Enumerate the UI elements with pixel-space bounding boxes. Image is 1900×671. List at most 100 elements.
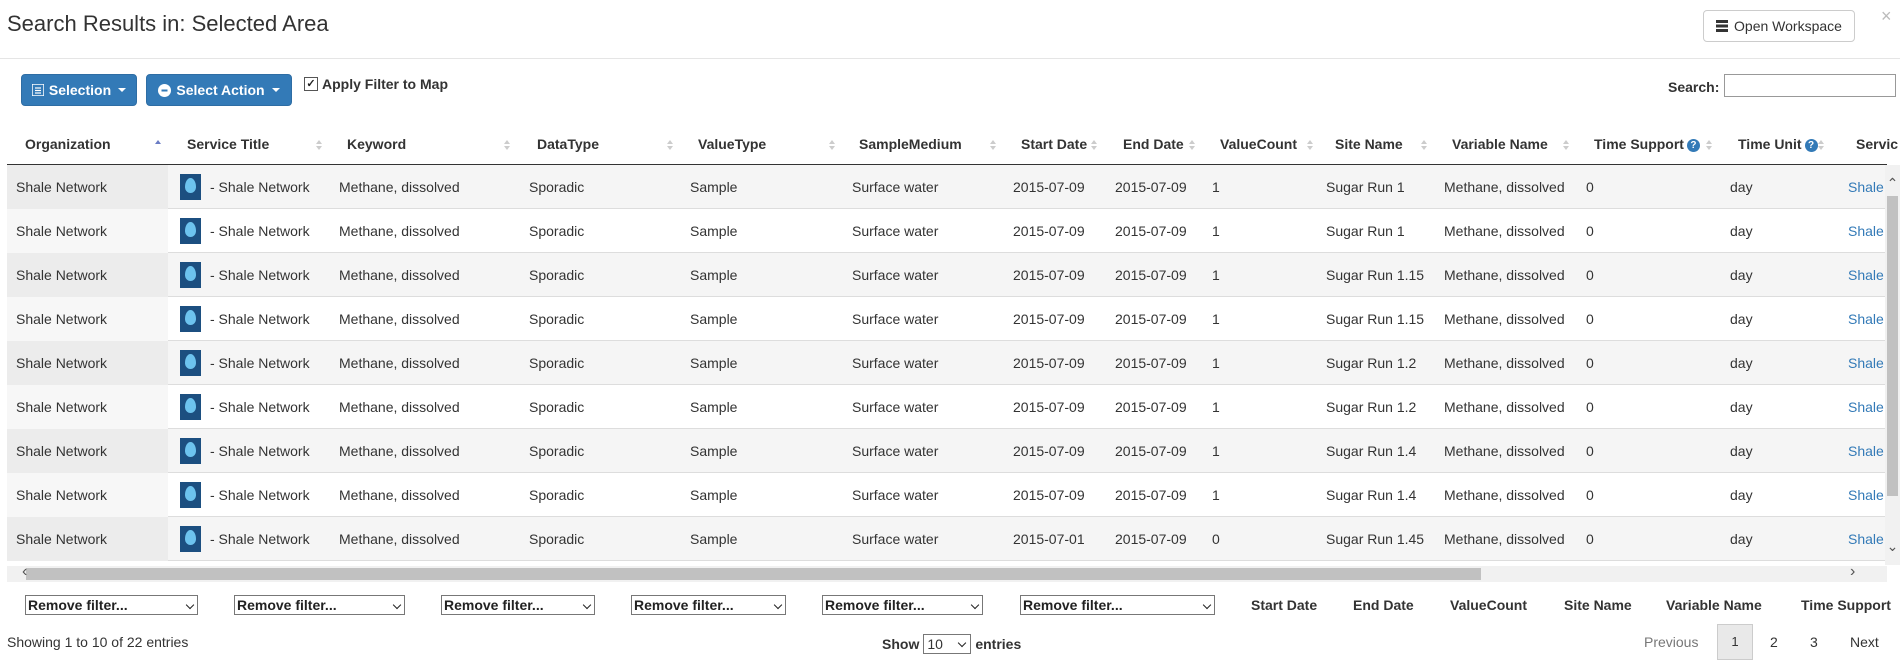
vertical-scrollbar-thumb[interactable] [1887,196,1898,496]
remove-filter-select[interactable]: Remove filter... [822,595,983,615]
col-valuetype[interactable]: ValueType [698,128,766,164]
table-row[interactable]: Shale Network - Shale Network Methane, d… [7,253,1887,297]
open-workspace-label: Open Workspace [1734,18,1842,34]
col-keyword[interactable]: Keyword [347,128,406,164]
cell-variable-name: Methane, dissolved [1444,443,1565,459]
water-drop-logo-icon [180,262,201,288]
cell-service-link[interactable]: Shale [1848,429,1884,473]
cell-keyword: Methane, dissolved [339,443,460,459]
remove-filter-select[interactable]: Remove filter... [25,595,198,615]
apply-filter-checkbox[interactable]: ✓ Apply Filter to Map [304,76,448,92]
cell-keyword: Methane, dissolved [339,355,460,371]
col-site-name[interactable]: Site Name [1335,128,1403,164]
scroll-left-icon[interactable]: ‹ [22,563,27,581]
col-time-support[interactable]: Time Support? [1594,128,1700,164]
cell-time-unit: day [1730,443,1753,459]
cell-service-link[interactable]: Shale [1848,517,1884,561]
cell-organization: Shale Network [16,223,108,239]
select-action-dropdown-button[interactable]: Select Action [146,74,292,106]
col-samplemedium[interactable]: SampleMedium [859,128,962,164]
cell-datatype: Sporadic [529,223,585,239]
help-icon[interactable]: ? [1686,138,1700,152]
col-variable-name[interactable]: Variable Name [1452,128,1548,164]
close-icon[interactable]: × [1881,6,1892,27]
cell-datatype: Sporadic [529,531,585,547]
col-datatype[interactable]: DataType [537,128,599,164]
pagination-previous[interactable]: Previous [1644,634,1698,650]
cell-service-link[interactable]: Shale [1848,341,1884,385]
cell-valuetype: Sample [690,267,738,283]
scroll-down-icon[interactable]: ⌄ [1885,538,1900,555]
selection-dropdown-button[interactable]: Selection [21,74,137,106]
cell-organization: Shale Network [16,355,108,371]
water-drop-logo-icon [180,394,201,420]
cell-valuetype: Sample [690,531,738,547]
cell-site-name: Sugar Run 1.4 [1326,487,1417,503]
cell-start-date: 2015-07-09 [1013,179,1085,195]
cell-organization: Shale Network [16,179,108,195]
search-input[interactable] [1724,74,1896,97]
table-row[interactable]: Shale Network - Shale Network Methane, d… [7,429,1887,473]
table-body: Shale Network - Shale Network Methane, d… [7,165,1887,565]
scroll-up-icon[interactable]: ⌃ [1885,175,1900,192]
pagination-page-3[interactable]: 3 [1810,634,1818,650]
col-valuecount[interactable]: ValueCount [1220,128,1297,164]
col-end-date[interactable]: End Date [1123,128,1184,164]
pagination-page-1[interactable]: 1 [1717,624,1753,660]
cell-end-date: 2015-07-09 [1115,487,1187,503]
cell-keyword: Methane, dissolved [339,223,460,239]
remove-filter-select[interactable]: Remove filter... [441,595,595,615]
cell-time-support: 0 [1586,487,1594,503]
cell-site-name: Sugar Run 1.15 [1326,267,1425,283]
table-row[interactable]: Shale Network - Shale Network Methane, d… [7,297,1887,341]
horizontal-scrollbar-thumb[interactable] [26,568,1481,580]
cell-service-title: - Shale Network [210,355,310,371]
cell-organization: Shale Network [16,531,108,547]
col-service-title[interactable]: Service Title [187,128,269,164]
col-service[interactable]: Servic [1856,128,1898,164]
footer-variable-name: Variable Name [1666,597,1762,613]
cell-service-link[interactable]: Shale [1848,385,1884,429]
cell-variable-name: Methane, dissolved [1444,179,1565,195]
cell-service-link[interactable]: Shale [1848,165,1884,209]
checkbox-checked-icon[interactable]: ✓ [304,77,318,91]
footer-time-support: Time Support [1801,597,1891,613]
col-time-unit[interactable]: Time Unit? [1738,128,1818,164]
col-start-date[interactable]: Start Date [1021,128,1087,164]
table-row[interactable]: Shale Network - Shale Network Methane, d… [7,517,1887,561]
cell-time-unit: day [1730,179,1753,195]
list-icon [31,84,44,96]
cell-site-name: Sugar Run 1.45 [1326,531,1425,547]
cell-service-link[interactable]: Shale [1848,297,1884,341]
pagination-next[interactable]: Next [1850,634,1879,650]
pagination-page-2[interactable]: 2 [1770,634,1778,650]
open-workspace-button[interactable]: Open Workspace [1703,10,1855,42]
cell-end-date: 2015-07-09 [1115,355,1187,371]
table-row[interactable]: Shale Network - Shale Network Methane, d… [7,209,1887,253]
table-row[interactable]: Shale Network - Shale Network Methane, d… [7,473,1887,517]
cell-service-title: - Shale Network [210,487,310,503]
cell-valuecount: 1 [1212,179,1220,195]
cell-time-support: 0 [1586,399,1594,415]
col-organization[interactable]: Organization [25,128,111,164]
cell-site-name: Sugar Run 1.2 [1326,399,1417,415]
entries-select[interactable]: 10 [923,634,972,654]
cell-service-link[interactable]: Shale [1848,253,1884,297]
remove-filter-select[interactable]: Remove filter... [1020,595,1215,615]
table-row[interactable]: Shale Network - Shale Network Methane, d… [7,341,1887,385]
table-row[interactable]: Shale Network - Shale Network Methane, d… [7,385,1887,429]
table-row[interactable]: Shale Network - Shale Network Methane, d… [7,165,1887,209]
cell-time-support: 0 [1586,355,1594,371]
help-icon[interactable]: ? [1804,138,1818,152]
cell-time-support: 0 [1586,267,1594,283]
cell-datatype: Sporadic [529,179,585,195]
scroll-right-icon[interactable]: › [1850,563,1855,581]
cell-valuetype: Sample [690,179,738,195]
cell-service-link[interactable]: Shale [1848,473,1884,517]
cell-time-support: 0 [1586,531,1594,547]
cell-variable-name: Methane, dissolved [1444,355,1565,371]
water-drop-logo-icon [180,174,201,200]
remove-filter-select[interactable]: Remove filter... [234,595,405,615]
remove-filter-select[interactable]: Remove filter... [631,595,786,615]
cell-service-link[interactable]: Shale [1848,209,1884,253]
